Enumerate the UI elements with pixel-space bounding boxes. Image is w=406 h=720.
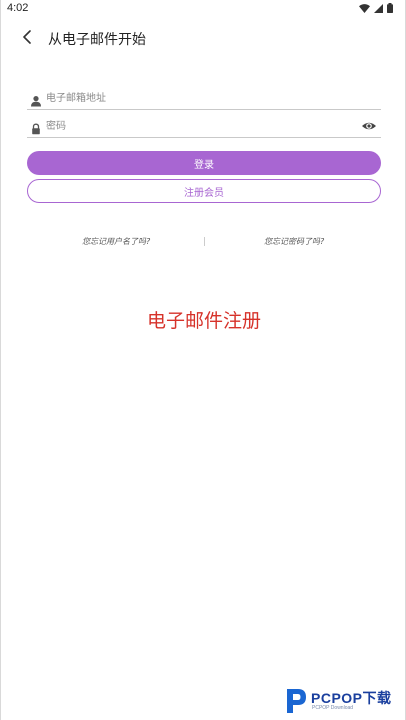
watermark-logo-icon <box>283 685 309 719</box>
forgot-password-link[interactable]: 您忘记密码了吗? <box>264 236 324 247</box>
status-icons <box>359 3 393 13</box>
app-header: 从电子邮件开始 <box>1 24 406 54</box>
battery-icon <box>387 3 393 13</box>
back-button[interactable] <box>15 26 39 50</box>
status-bar: 4:02 <box>1 0 406 18</box>
email-field <box>27 86 381 110</box>
annotation-caption: 电子邮件注册 <box>146 310 261 332</box>
chevron-left-icon <box>22 29 32 48</box>
forgot-username-link[interactable]: 您忘记用户名了吗? <box>82 236 150 247</box>
user-icon <box>30 92 42 107</box>
register-button[interactable]: 注册会员 <box>27 179 381 203</box>
signal-icon <box>374 3 383 13</box>
watermark-subtext: PCPOP Download <box>312 705 354 711</box>
login-button[interactable]: 登录 <box>27 151 381 175</box>
app-screen: 4:02 从电子邮件开始 电子邮箱地址 登录 注册会员 您忘记用户名了吗? 您忘… <box>0 0 406 720</box>
status-time: 4:02 <box>7 2 29 14</box>
wifi-icon <box>359 3 370 13</box>
password-field <box>27 114 381 138</box>
page-title: 从电子邮件开始 <box>48 32 146 48</box>
watermark: PCPOP下载 PCPOP Download <box>281 682 406 718</box>
email-input[interactable] <box>46 88 356 108</box>
eye-icon[interactable] <box>361 118 377 134</box>
lock-icon <box>30 120 42 135</box>
forgot-links: 您忘记用户名了吗? 您忘记密码了吗? <box>27 234 381 250</box>
password-input[interactable] <box>46 116 356 136</box>
divider <box>204 237 205 246</box>
